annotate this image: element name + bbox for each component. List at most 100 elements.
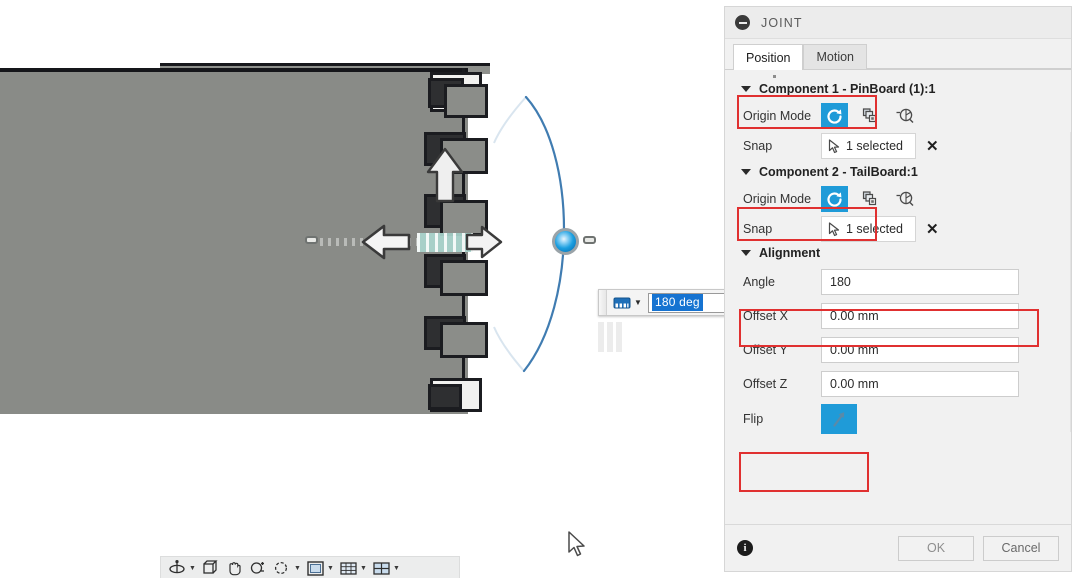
cursor-select-icon [828,138,840,153]
two-edge-intersection-icon[interactable] [891,186,918,212]
zoom-window-icon[interactable] [271,558,293,578]
arrow-right-manipulator[interactable] [464,224,504,260]
offset-x-label: Offset X [743,309,788,323]
viewports-icon[interactable] [370,558,392,578]
angle-input-value: 180 deg [652,294,703,311]
snap-label: Snap [743,222,773,236]
page-title: JOINT [761,15,803,30]
info-glyph: i [743,542,747,554]
offset-y-field[interactable]: 0.00 mm [821,337,1019,363]
zoom-icon[interactable] [247,558,269,578]
offset-z-field[interactable]: 0.00 mm [821,371,1019,397]
viewport-ghost-bars [598,322,624,352]
minus-circle-icon[interactable] [735,15,750,30]
angle-input-field[interactable]: 180 deg [648,292,728,313]
flip-label: Flip [743,412,764,426]
chevron-down-icon[interactable]: ▼ [326,565,335,572]
offset-z-value: 0.00 mm [830,377,879,391]
origin-mode-label: Origin Mode [743,192,812,206]
offset-handle-left[interactable] [305,236,318,244]
nav-item-pan[interactable] [223,557,245,578]
angle-row[interactable]: Angle 180 [725,265,1071,299]
arrow-left-manipulator[interactable] [360,222,412,262]
origin-mode-label: Origin Mode [743,109,812,123]
flip-arrow-icon[interactable] [821,404,857,434]
chevron-down-icon[interactable]: ▼ [359,565,368,572]
clear-snap-button[interactable]: ✕ [926,222,939,237]
display-settings-icon[interactable] [304,558,326,578]
nav-item-zoom-window[interactable]: ▼ [271,557,302,578]
tabs-filler [867,44,1071,69]
nav-item-look-at[interactable] [199,557,221,578]
component-1-heading: Component 1 - PinBoard (1):1 [759,82,936,96]
two-edge-intersection-icon[interactable] [891,103,918,129]
snap-selection-chip[interactable]: 1 selected [821,133,916,159]
nav-item-orbit[interactable]: ▼ [166,557,197,578]
look-at-icon[interactable] [199,558,221,578]
offset-y-row[interactable]: Offset Y 0.00 mm [725,333,1071,367]
auto-origin-icon[interactable] [821,103,848,129]
nav-item-viewports[interactable]: ▼ [370,557,401,578]
orbit-icon[interactable] [166,558,188,578]
panel-tabs[interactable]: Position Motion [725,39,1071,70]
application-window: ▼ 180 deg ▼ ▼ ▼ ▼ ▼ JOINT Position Motio… [0,0,1080,578]
grid-snap-icon[interactable] [337,558,359,578]
view-navigation-toolbar[interactable]: ▼ ▼ ▼ ▼ ▼ [160,556,460,578]
chevron-down-icon[interactable] [741,250,751,256]
angle-unit-icon[interactable] [612,295,631,310]
section-alignment[interactable]: Alignment [725,75,1071,265]
section-component-2[interactable]: Component 2 - TailBoard:1 [725,161,1071,184]
highlight-flip [739,452,869,492]
panel-header: JOINT [725,7,1071,39]
origin-mode-row-component-1[interactable]: Origin Mode [725,101,1071,131]
offset-x-row[interactable]: Offset X 0.00 mm [725,299,1071,333]
snap-row-component-1[interactable]: Snap 1 selected ✕ [725,131,1071,161]
offset-z-row[interactable]: Offset Z 0.00 mm [725,367,1071,401]
info-icon[interactable]: i [737,540,753,556]
panel-body: Component 1 - PinBoard (1):1 Origin Mode [725,70,1071,524]
component-2-heading: Component 2 - TailBoard:1 [759,165,918,179]
offset-x-field[interactable]: 0.00 mm [821,303,1019,329]
alignment-overflow-dots[interactable] [773,70,776,78]
between-two-faces-icon[interactable] [856,103,883,129]
snap-value: 1 selected [846,139,903,153]
angle-label: Angle [743,275,775,289]
chevron-down-icon[interactable] [741,169,751,175]
origin-mode-row-component-2[interactable]: Origin Mode [725,184,1071,214]
chevron-down-icon[interactable]: ▼ [188,565,197,572]
ok-button[interactable]: OK [898,535,974,561]
toolbar-grip[interactable] [599,290,607,315]
cursor-select-icon [828,221,840,236]
tab-motion-label: Motion [816,50,855,64]
tab-position[interactable]: Position [733,44,804,70]
nav-item-display-settings[interactable]: ▼ [304,557,335,578]
offset-z-label: Offset Z [743,377,788,391]
chevron-down-icon[interactable]: ▼ [632,298,644,307]
joint-origin-marker[interactable] [552,228,579,255]
arrow-up-manipulator[interactable] [424,146,466,204]
pan-hand-icon[interactable] [223,558,245,578]
chevron-down-icon[interactable] [741,86,751,92]
chevron-down-icon[interactable]: ▼ [293,565,302,572]
cancel-button[interactable]: Cancel [983,535,1059,561]
section-component-1[interactable]: Component 1 - PinBoard (1):1 [725,78,1071,101]
chevron-down-icon[interactable]: ▼ [392,565,401,572]
nav-item-zoom[interactable] [247,557,269,578]
clear-snap-button[interactable]: ✕ [926,139,939,154]
footer-buttons: OK Cancel [898,535,1059,561]
tab-motion[interactable]: Motion [803,44,868,69]
between-two-faces-icon[interactable] [856,186,883,212]
offset-x-value: 0.00 mm [830,309,879,323]
joint-origin-handle[interactable] [583,236,596,244]
auto-origin-icon[interactable] [821,186,848,212]
flip-row[interactable]: Flip [725,401,1071,437]
tab-position-label: Position [746,50,791,65]
inline-angle-input-toolbar[interactable]: ▼ 180 deg [598,289,758,326]
snap-row-component-2[interactable]: Snap 1 selected ✕ [725,214,1071,244]
joint-tab-recess [428,384,462,410]
joint-dialog-panel[interactable]: JOINT Position Motion Component 1 - PinB… [724,6,1072,572]
nav-item-grid-snap[interactable]: ▼ [337,557,368,578]
angle-field[interactable]: 180 [821,269,1019,295]
mouse-pointer-icon [568,531,585,557]
snap-selection-chip[interactable]: 1 selected [821,216,916,242]
